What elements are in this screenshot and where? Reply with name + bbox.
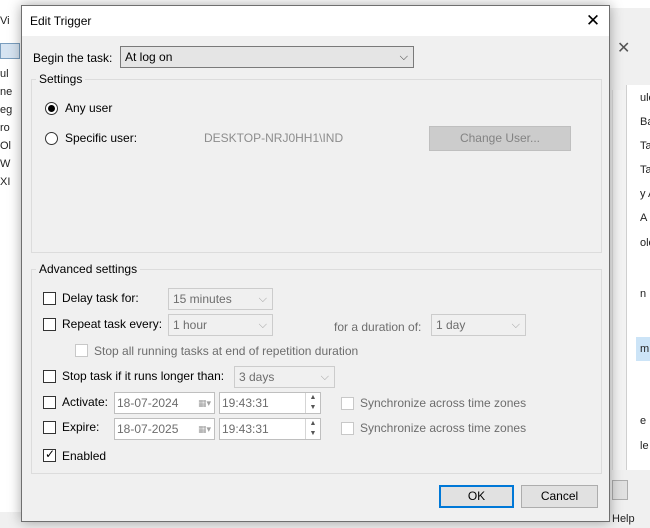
background-left-item: ul — [0, 68, 9, 80]
repeat-label[interactable]: Repeat task every: — [62, 317, 162, 331]
cancel-button[interactable]: Cancel — [521, 485, 598, 508]
background-left-pane: Vi ul ne eg ro Ol W XI — [0, 8, 22, 528]
chevron-down-icon: ⌵ — [399, 51, 408, 63]
time-spinner[interactable]: ▲ ▼ — [305, 393, 320, 413]
repeat-checkbox[interactable] — [43, 318, 56, 331]
background-left-item: Ol — [0, 140, 11, 152]
ok-button[interactable]: OK — [439, 485, 514, 508]
expire-date-value: 18-07-2025 — [117, 422, 179, 436]
background-left-item: Vi — [0, 15, 10, 27]
specific-user-label[interactable]: Specific user: — [65, 131, 137, 145]
spin-up-icon[interactable]: ▲ — [306, 419, 320, 429]
repeat-interval-value: 1 hour — [173, 318, 208, 332]
background-right-item[interactable]: ule — [640, 92, 650, 104]
expire-sync-checkbox[interactable] — [341, 422, 354, 435]
user-name-value: DESKTOP-NRJ0HH1\IND — [204, 131, 344, 145]
stop-longer-label[interactable]: Stop task if it runs longer than: — [62, 369, 224, 383]
activate-sync-label[interactable]: Synchronize across time zones — [360, 396, 526, 410]
expire-checkbox[interactable] — [43, 421, 56, 434]
duration-dropdown[interactable]: 1 day ⌵ — [431, 314, 526, 336]
background-right-item[interactable]: n — [640, 288, 650, 300]
chevron-down-icon: ⌵ — [258, 319, 267, 331]
background-right-item[interactable]: A — [640, 212, 650, 224]
background-right-item[interactable]: e — [640, 415, 650, 427]
background-right-item[interactable]: Ba — [640, 116, 650, 128]
expire-sync-label[interactable]: Synchronize across time zones — [360, 421, 526, 435]
activate-time-field[interactable]: 19:43:31 ▲ ▼ — [219, 392, 321, 414]
enabled-checkbox[interactable] — [43, 447, 56, 462]
stop-running-checkbox[interactable] — [75, 344, 88, 357]
delay-label[interactable]: Delay task for: — [62, 291, 139, 305]
activate-time-value: 19:43:31 — [222, 396, 269, 410]
duration-value: 1 day — [436, 318, 466, 332]
delay-checkbox[interactable] — [43, 292, 56, 305]
spin-down-icon[interactable]: ▼ — [306, 429, 320, 439]
spin-up-icon[interactable]: ▲ — [306, 393, 320, 403]
calendar-icon[interactable]: ▦▾ — [198, 419, 211, 439]
stop-longer-value: 3 days — [239, 370, 275, 384]
specific-user-radio[interactable] — [45, 132, 58, 145]
background-scrollbar[interactable] — [612, 90, 626, 470]
change-user-button[interactable]: Change User... — [429, 126, 571, 151]
background-right-item[interactable]: Ta — [640, 140, 650, 152]
expire-time-value: 19:43:31 — [222, 422, 269, 436]
background-right-item[interactable]: y A — [640, 188, 650, 200]
begin-task-label: Begin the task: — [33, 51, 113, 65]
begin-task-dropdown[interactable]: At log on ⌵ — [120, 46, 414, 68]
stop-longer-dropdown[interactable]: 3 days ⌵ — [234, 366, 335, 388]
advanced-settings-title: Advanced settings — [36, 262, 141, 276]
enabled-label[interactable]: Enabled — [62, 449, 106, 463]
activate-date-value: 18-07-2024 — [117, 396, 179, 410]
delay-dropdown[interactable]: 15 minutes ⌵ — [168, 288, 273, 310]
any-user-label[interactable]: Any user — [65, 101, 112, 115]
chevron-down-icon: ⌵ — [511, 319, 520, 331]
expire-time-field[interactable]: 19:43:31 ▲ ▼ — [219, 418, 321, 440]
background-close-icon[interactable]: ✕ — [617, 38, 630, 58]
background-help-button[interactable]: Help — [612, 513, 635, 525]
background-right-item[interactable]: Ta — [640, 164, 650, 176]
edit-trigger-dialog: Edit Trigger ✕ Begin the task: At log on… — [21, 5, 610, 522]
activate-label[interactable]: Activate: — [62, 395, 108, 409]
activate-checkbox[interactable] — [43, 396, 56, 409]
activate-date-field[interactable]: 18-07-2024 ▦▾ — [114, 392, 215, 414]
settings-group — [31, 79, 602, 253]
title-bar: Edit Trigger ✕ — [22, 6, 609, 36]
background-left-item: ne — [0, 86, 13, 98]
repeat-interval-dropdown[interactable]: 1 hour ⌵ — [168, 314, 273, 336]
background-left-icon — [0, 43, 20, 59]
calendar-icon[interactable]: ▦▾ — [198, 393, 211, 413]
expire-label[interactable]: Expire: — [62, 420, 99, 434]
background-button[interactable] — [612, 480, 628, 500]
stop-longer-checkbox[interactable] — [43, 370, 56, 383]
time-spinner[interactable]: ▲ ▼ — [305, 419, 320, 439]
close-icon[interactable]: ✕ — [577, 6, 609, 36]
stop-running-label[interactable]: Stop all running tasks at end of repetit… — [94, 344, 358, 358]
expire-date-field[interactable]: 18-07-2025 ▦▾ — [114, 418, 215, 440]
begin-task-value: At log on — [125, 50, 173, 64]
background-left-item: W — [0, 158, 11, 170]
background-right-item[interactable]: olo — [640, 237, 650, 249]
chevron-down-icon: ⌵ — [258, 293, 267, 305]
delay-value: 15 minutes — [173, 292, 232, 306]
spin-down-icon[interactable]: ▼ — [306, 403, 320, 413]
background-left-item: ro — [0, 122, 10, 134]
background-left-item: XI — [0, 176, 11, 188]
settings-group-title: Settings — [36, 72, 86, 86]
chevron-down-icon: ⌵ — [320, 371, 329, 383]
background-left-item: eg — [0, 104, 13, 116]
duration-label: for a duration of: — [334, 320, 422, 334]
activate-sync-checkbox[interactable] — [341, 397, 354, 410]
any-user-radio[interactable] — [45, 102, 58, 115]
background-right-item[interactable]: m — [640, 343, 650, 355]
background-right-item[interactable]: le — [640, 440, 650, 452]
dialog-title: Edit Trigger — [30, 14, 92, 28]
